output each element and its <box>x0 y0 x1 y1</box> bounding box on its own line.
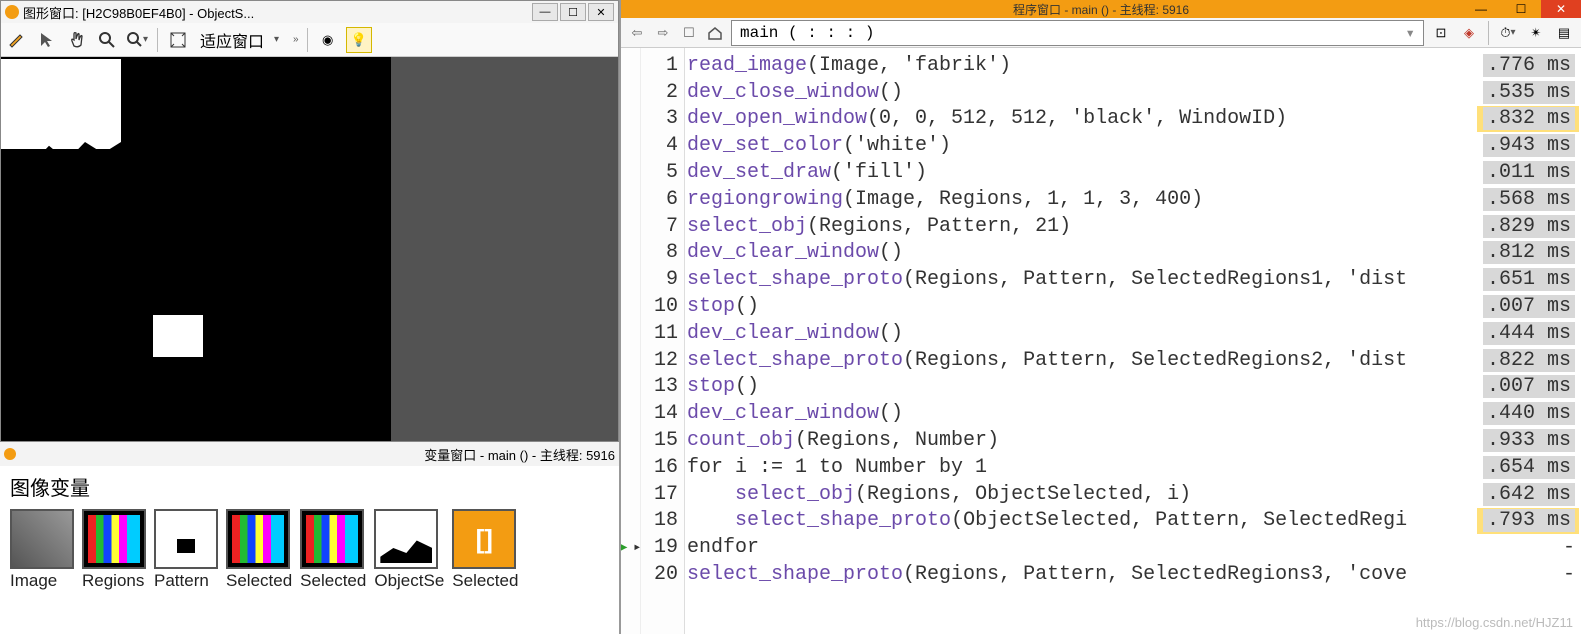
separator <box>157 28 158 52</box>
program-title-bar[interactable]: 程序窗口 - main () - 主线程: 5916 — ☐ ✕ <box>621 0 1581 18</box>
program-window: 程序窗口 - main () - 主线程: 5916 — ☐ ✕ ⇦ ⇨ ☐ m… <box>619 0 1581 634</box>
fit-dropdown[interactable]: ▾ <box>274 34 279 45</box>
back-icon[interactable]: ⇦ <box>627 23 647 43</box>
thumb-selected-3[interactable]: []Selected <box>452 509 518 591</box>
edit-icon[interactable] <box>5 28 29 52</box>
left-panel: 图形窗口: [H2C98B0EF4B0] - ObjectS... — ☐ ✕ … <box>0 0 619 634</box>
info-icon[interactable]: ◉ <box>316 28 340 52</box>
fit-label[interactable]: 适应窗口 <box>200 28 264 52</box>
procedure-box[interactable]: main ( : : : )▾ <box>731 20 1424 46</box>
maximize-button[interactable]: ☐ <box>560 3 586 21</box>
app-icon <box>4 448 16 460</box>
close-button[interactable]: ✕ <box>1541 0 1581 18</box>
toggle-icon-1[interactable]: ⊡ <box>1430 23 1452 43</box>
program-title-text: 程序窗口 - main () - 主线程: 5916 <box>1013 1 1189 18</box>
code-area[interactable]: 1234567891011121314151617181920 read_ima… <box>621 48 1581 634</box>
minimize-button[interactable]: — <box>1461 0 1501 18</box>
canvas-padding <box>391 57 618 441</box>
thumb-regions[interactable]: Regions <box>82 509 146 591</box>
windows-icon[interactable]: ☐ <box>679 23 699 43</box>
line-number-gutter[interactable]: 1234567891011121314151617181920 <box>641 48 685 634</box>
watermark: https://blog.csdn.net/HJZ11 <box>1416 615 1573 630</box>
graphics-title-bar[interactable]: 图形窗口: [H2C98B0EF4B0] - ObjectS... — ☐ ✕ <box>1 1 618 23</box>
more-dropdown[interactable]: » <box>293 34 299 45</box>
variable-window-title[interactable]: 变量窗口 - main () - 主线程: 5916 <box>0 442 619 466</box>
variable-panel: 图像变量 Image Regions Pattern Selected Sele… <box>0 466 619 634</box>
separator <box>307 28 308 52</box>
list-icon[interactable]: ▤ <box>1553 23 1575 43</box>
close-button[interactable]: ✕ <box>588 3 614 21</box>
thumbnail-row: Image Regions Pattern Selected Selected … <box>0 503 619 597</box>
var-window-title-text: 变量窗口 - main () - 主线程: 5916 <box>424 445 615 464</box>
region-shape-edge <box>1 142 121 217</box>
thumb-selected-2[interactable]: Selected <box>300 509 366 591</box>
fit-icon[interactable] <box>166 28 190 52</box>
image-vars-label: 图像变量 <box>0 466 619 503</box>
wand-icon[interactable]: ✴ <box>1525 23 1547 43</box>
region-shape-2 <box>153 315 203 357</box>
zoom-dropdown-icon[interactable]: ▾ <box>125 28 149 52</box>
timing-column: .776 ms.535 ms.832 ms.943 ms.011 ms.568 … <box>1477 48 1581 634</box>
bulb-icon[interactable]: 💡 <box>346 27 372 53</box>
graphics-toolbar: ▾ 适应窗口 ▾ » ◉ 💡 <box>1 23 618 57</box>
maximize-button[interactable]: ☐ <box>1501 0 1541 18</box>
region-shape <box>1 59 121 149</box>
thumb-image[interactable]: Image <box>10 509 74 591</box>
timer-icon[interactable]: ⏱▾ <box>1497 23 1519 43</box>
minimize-button[interactable]: — <box>532 3 558 21</box>
thumb-pattern[interactable]: Pattern <box>154 509 218 591</box>
code-toolbar: ⇦ ⇨ ☐ main ( : : : )▾ ⊡ ◈ ⏱▾ ✴ ▤ <box>621 18 1581 48</box>
thumb-objectselected[interactable]: ObjectSe <box>374 509 444 591</box>
app-icon <box>5 5 19 19</box>
home-icon[interactable] <box>705 23 725 43</box>
graphics-window: 图形窗口: [H2C98B0EF4B0] - ObjectS... — ☐ ✕ … <box>0 0 619 442</box>
hand-icon[interactable] <box>65 28 89 52</box>
code-lines[interactable]: read_image (Image, 'fabrik')dev_close_wi… <box>685 48 1477 634</box>
thumb-selected-1[interactable]: Selected <box>226 509 292 591</box>
graphics-title-text: 图形窗口: [H2C98B0EF4B0] - ObjectS... <box>23 3 254 22</box>
forward-icon[interactable]: ⇨ <box>653 23 673 43</box>
graphics-canvas[interactable] <box>1 57 391 441</box>
toggle-icon-2[interactable]: ◈ <box>1458 23 1480 43</box>
pointer-icon[interactable] <box>35 28 59 52</box>
zoom-icon[interactable] <box>95 28 119 52</box>
